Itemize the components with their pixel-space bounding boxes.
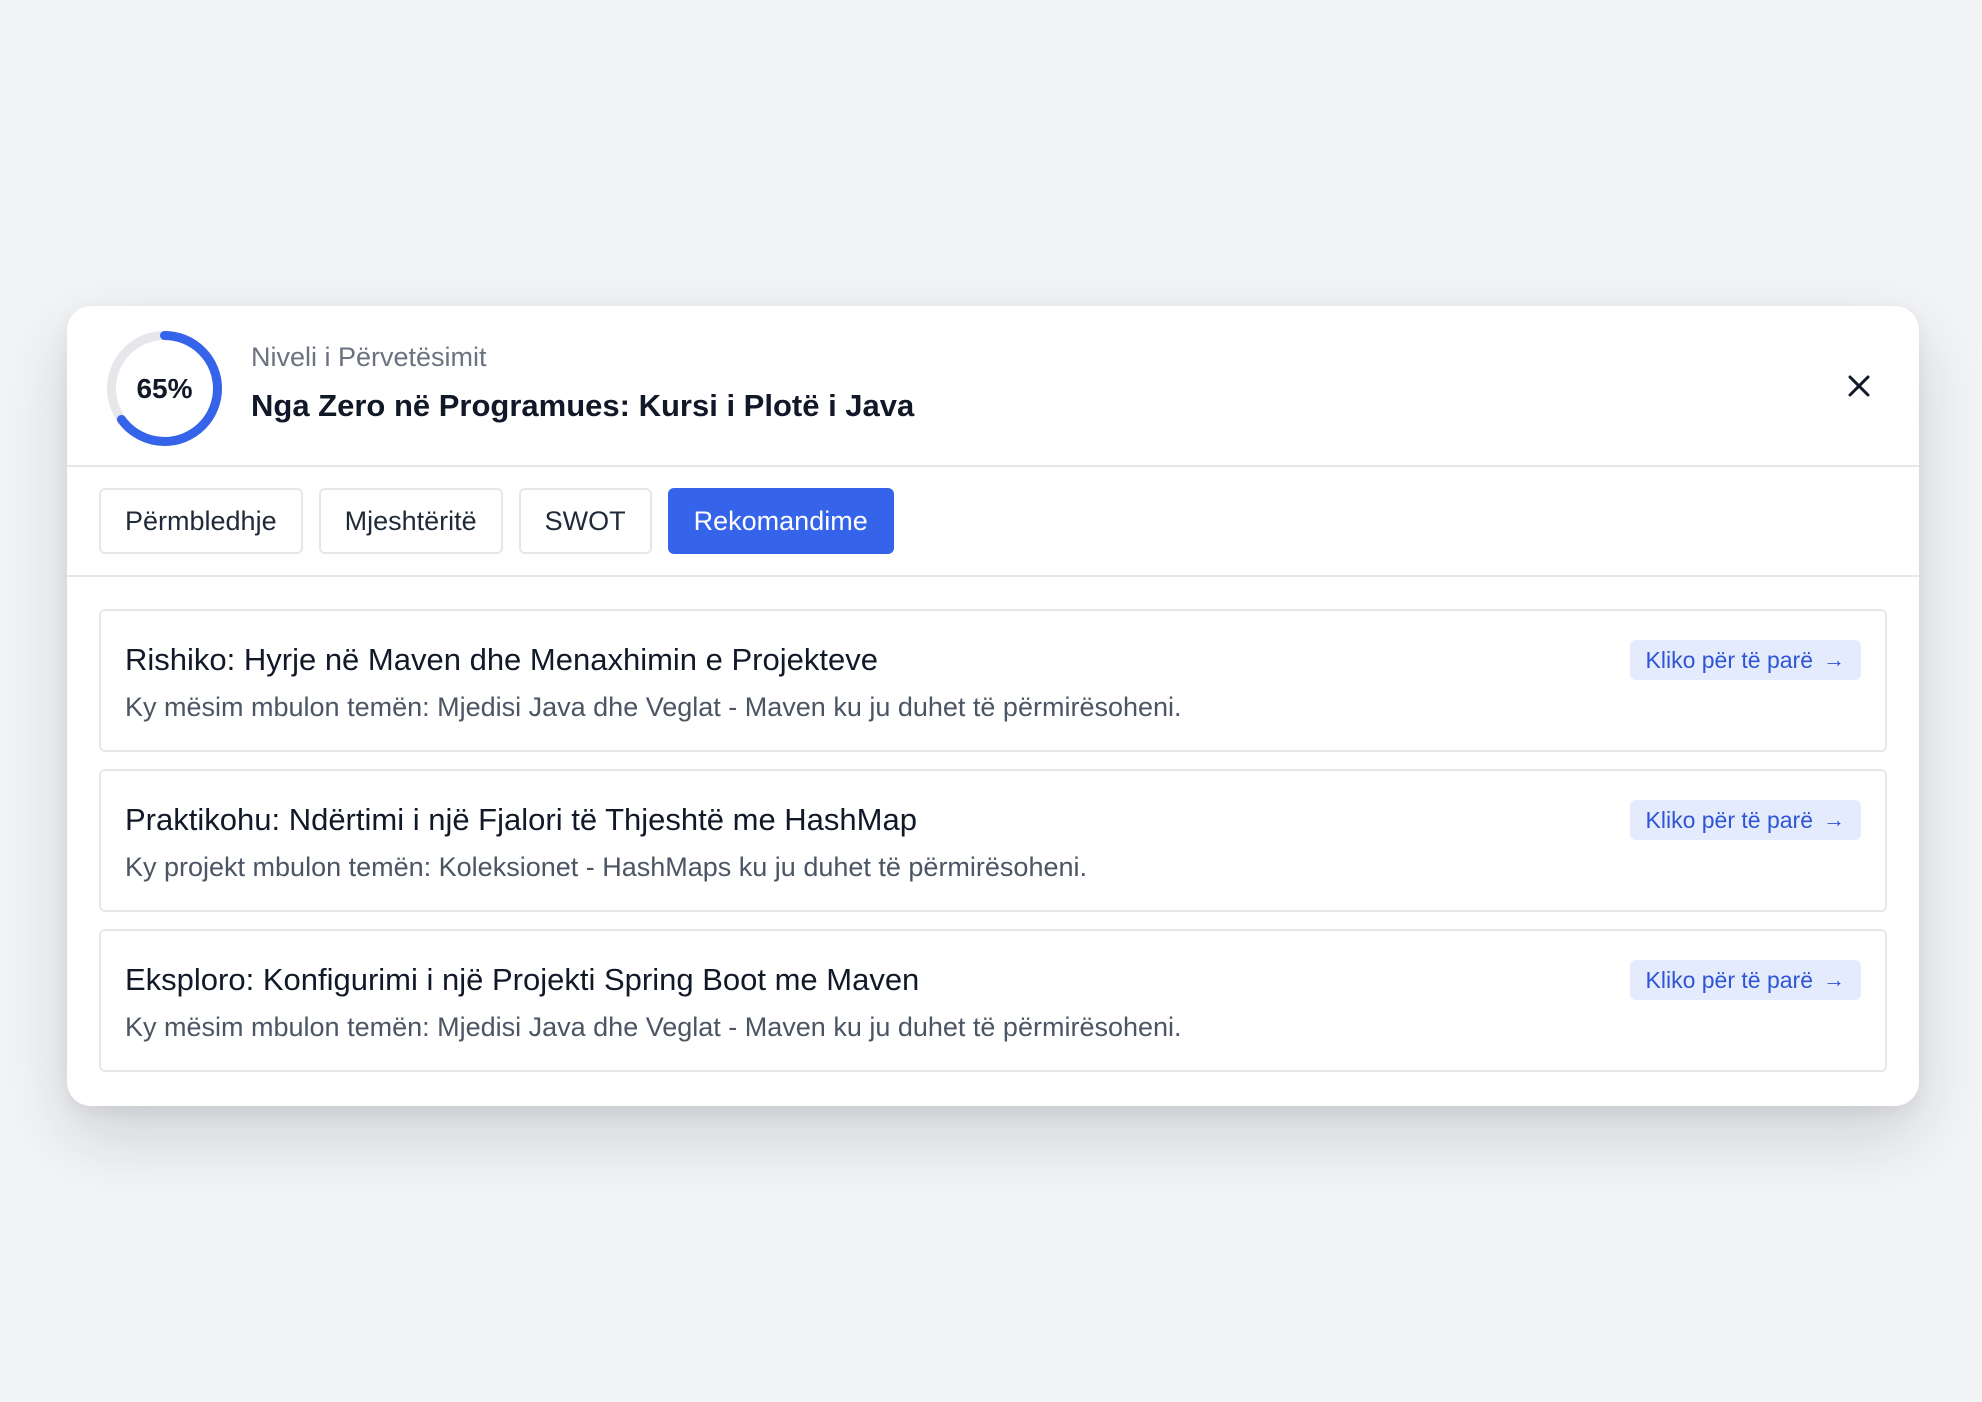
recommendations-list: Rishiko: Hyrje në Maven dhe Menaxhimin e… [67,577,1919,1072]
arrow-right-icon: → [1823,807,1845,832]
recommendation-title: Praktikohu: Ndërtimi i një Fjalori të Th… [125,802,917,837]
recommendation-card: Eksploro: Konfigurimi i një Projekti Spr… [99,929,1887,1072]
tab-mjeshterite[interactable]: Mjeshtëritë [318,488,503,554]
view-recommendation-button[interactable]: Kliko për të parë → [1629,640,1861,680]
view-link-label: Kliko për të parë [1645,966,1813,993]
header-subtitle: Niveli i Përvetësimit [251,342,487,372]
arrow-right-icon: → [1823,647,1845,672]
course-title: Nga Zero në Programues: Kursi i Plotë i … [251,388,915,423]
view-recommendation-button[interactable]: Kliko për të parë → [1629,800,1861,840]
view-link-label: Kliko për të parë [1645,646,1813,673]
recommendation-title: Eksploro: Konfigurimi i një Projekti Spr… [125,962,920,997]
header-text: Niveli i Përvetësimit Nga Zero në Progra… [251,342,915,423]
tab-swot[interactable]: SWOT [518,488,652,554]
mastery-modal: 65% Niveli i Përvetësimit Nga Zero në Pr… [67,306,1919,1106]
tab-permbledhje[interactable]: Përmbledhje [99,488,303,554]
recommendation-description: Ky projekt mbulon temën: Koleksionet - H… [125,852,1087,882]
recommendation-description: Ky mësim mbulon temën: Mjedisi Java dhe … [125,692,1182,722]
tab-bar: Përmbledhje Mjeshtëritë SWOT Rekomandime [67,467,1919,577]
view-recommendation-button[interactable]: Kliko për të parë → [1629,960,1861,1000]
recommendation-card: Rishiko: Hyrje në Maven dhe Menaxhimin e… [99,609,1887,752]
recommendation-title: Rishiko: Hyrje në Maven dhe Menaxhimin e… [125,642,878,677]
close-button[interactable] [1843,370,1875,402]
arrow-right-icon: → [1823,967,1845,992]
tab-rekomandime[interactable]: Rekomandime [667,488,894,554]
modal-header: 65% Niveli i Përvetësimit Nga Zero në Pr… [67,306,1919,467]
recommendation-description: Ky mësim mbulon temën: Mjedisi Java dhe … [125,1012,1182,1042]
progress-ring: 65% [104,328,225,449]
view-link-label: Kliko për të parë [1645,806,1813,833]
recommendation-card: Praktikohu: Ndërtimi i një Fjalori të Th… [99,769,1887,912]
progress-percent: 65% [136,372,193,404]
close-icon [1848,375,1870,397]
